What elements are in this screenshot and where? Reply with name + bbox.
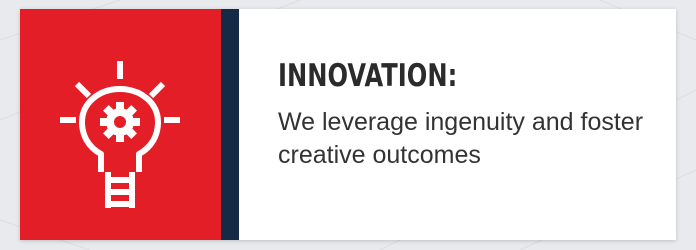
lightbulb-gear-ladder-icon bbox=[60, 61, 180, 208]
ray-left bbox=[74, 81, 92, 99]
gear-icon bbox=[100, 102, 140, 142]
value-card: INNOVATION: We leverage ingenuity and fo… bbox=[20, 9, 676, 240]
icon-panel bbox=[20, 9, 221, 240]
card-heading: INNOVATION: bbox=[278, 58, 458, 94]
accent-stripe bbox=[221, 9, 239, 240]
ray-right bbox=[148, 81, 166, 99]
card-description: We leverage ingenuity and foster creativ… bbox=[278, 108, 644, 169]
text-panel: INNOVATION: We leverage ingenuity and fo… bbox=[239, 9, 676, 240]
